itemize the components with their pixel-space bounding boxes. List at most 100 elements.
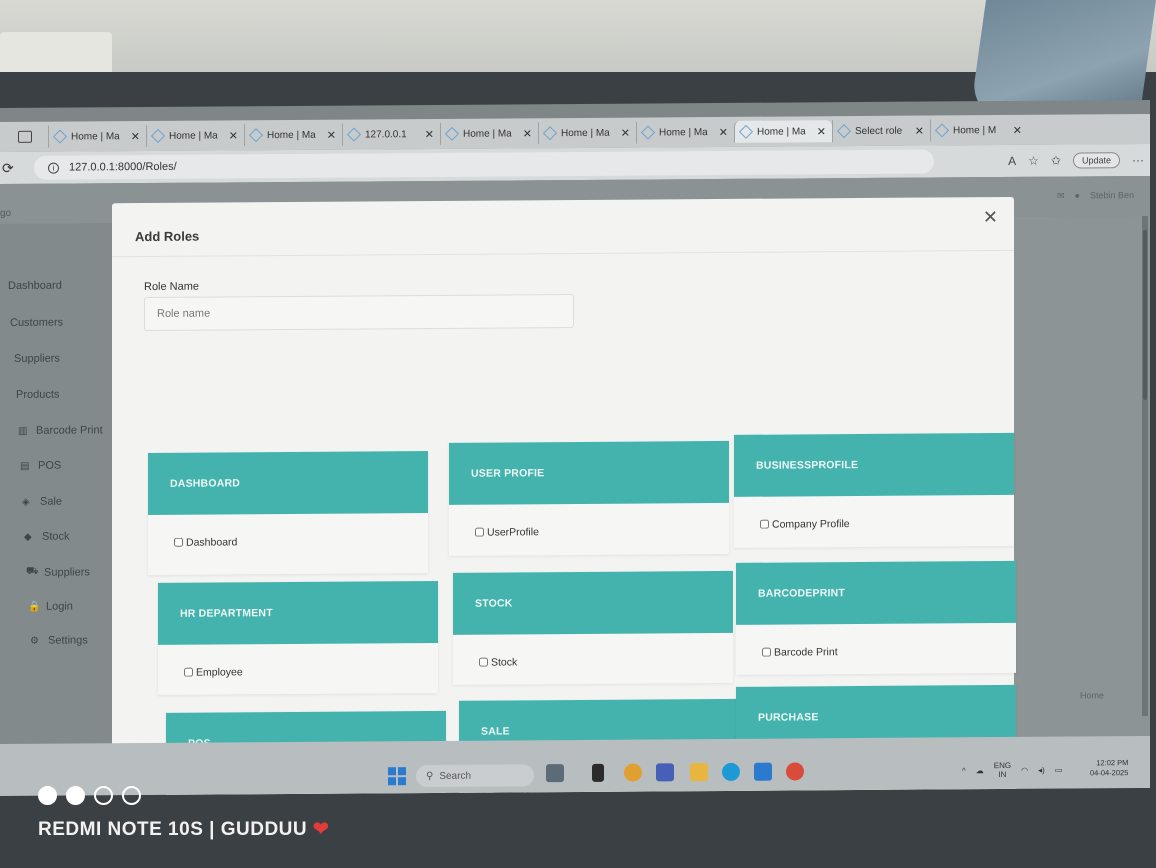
taskbar-search[interactable]: ⚲ Search xyxy=(416,764,534,788)
sidebar-item[interactable]: ⚙ Settings xyxy=(30,634,88,646)
permission-card-title: BARCODEPRINT xyxy=(758,587,845,600)
permission-card-title: HR DEPARTMENT xyxy=(180,607,273,620)
permission-card-title: DASHBOARD xyxy=(170,477,241,490)
permission-checkbox[interactable] xyxy=(762,647,771,657)
permission-checkbox[interactable] xyxy=(475,527,484,537)
tab-close-icon[interactable]: ✕ xyxy=(621,126,630,139)
close-icon[interactable]: ✕ xyxy=(983,207,998,228)
stock-icon: ◆ xyxy=(24,531,32,543)
sidebar-item[interactable]: ◈ Sale xyxy=(22,496,62,508)
update-button[interactable]: Update xyxy=(1072,152,1120,169)
teams-icon[interactable] xyxy=(656,763,674,782)
tab-close-icon[interactable]: ✕ xyxy=(915,124,924,137)
browser-tab[interactable]: Home | Ma ✕ xyxy=(538,121,636,145)
tab-close-icon[interactable]: ✕ xyxy=(229,129,238,142)
browser-tab[interactable]: Select role ✕ xyxy=(832,119,930,143)
windows-start-icon[interactable] xyxy=(388,767,406,786)
sidebar-item[interactable]: 🔒 Login xyxy=(28,601,73,613)
user-name[interactable]: Stebin Ben xyxy=(1090,190,1134,201)
vscode-icon[interactable] xyxy=(754,762,772,781)
browser-tab[interactable]: Home | Ma ✕ xyxy=(636,120,734,144)
tab-close-icon[interactable]: ✕ xyxy=(1013,123,1022,136)
permission-checkbox-row[interactable]: UserProfile xyxy=(475,523,729,540)
permission-checkbox-row[interactable]: Dashboard xyxy=(174,533,428,550)
edge-icon[interactable] xyxy=(722,762,740,781)
permission-card-header: BARCODEPRINT xyxy=(736,560,1016,625)
permission-checkbox[interactable] xyxy=(184,667,193,677)
chrome-icon[interactable] xyxy=(624,763,642,782)
tab-favicon-icon xyxy=(150,128,166,143)
permission-card-header: HR DEPARTMENT xyxy=(158,580,438,645)
browser-tab[interactable]: Home | Ma ✕ xyxy=(244,123,342,147)
site-info-icon[interactable]: i xyxy=(48,162,59,174)
permission-checkbox-row[interactable]: Company Profile xyxy=(760,515,1014,532)
sidebar-item[interactable]: ◆ Stock xyxy=(24,531,70,543)
sale-icon: ◈ xyxy=(22,496,30,508)
browser-tab[interactable]: Home | Ma ✕ xyxy=(146,124,244,147)
tab-close-icon[interactable]: ✕ xyxy=(131,130,140,143)
wifi-icon[interactable]: ◠ xyxy=(1021,765,1028,774)
language-indicator[interactable]: ENG IN xyxy=(994,761,1011,779)
tab-favicon-icon xyxy=(248,128,264,143)
chevron-up-icon[interactable]: ^ xyxy=(962,766,966,775)
reload-icon[interactable]: ⟳ xyxy=(2,159,22,176)
tab-label: Home | Ma xyxy=(463,127,512,140)
permission-card-title: USER PROFIE xyxy=(471,467,545,480)
browser-tab[interactable]: Home | M ✕ xyxy=(930,118,1028,142)
tab-close-icon[interactable]: ✕ xyxy=(817,125,826,138)
tab-label: Home | Ma xyxy=(561,127,610,139)
tab-favicon-icon xyxy=(346,127,362,142)
watermark-dots xyxy=(38,786,141,805)
sidebar-item-label: Stock xyxy=(42,530,70,543)
more-menu-icon[interactable]: ··· xyxy=(1132,153,1144,167)
tab-actions-icon[interactable] xyxy=(18,130,32,143)
browser-tab[interactable]: 127.0.0.1 ✕ xyxy=(342,122,440,146)
sidebar-item[interactable]: Suppliers xyxy=(14,353,60,365)
tab-close-icon[interactable]: ✕ xyxy=(425,127,434,140)
browser-tab[interactable]: Home | Ma ✕ xyxy=(734,120,832,143)
url-field[interactable]: i 127.0.0.1:8000/Roles/ xyxy=(34,149,934,180)
sidebar-item[interactable]: Products xyxy=(16,389,59,401)
terminal-icon[interactable] xyxy=(592,763,604,782)
sidebar-item[interactable]: Customers xyxy=(10,317,63,329)
url-text: 127.0.0.1:8000/Roles/ xyxy=(69,160,177,174)
sidebar-item[interactable]: Dashboard xyxy=(8,280,62,292)
tab-close-icon[interactable]: ✕ xyxy=(327,128,336,141)
volume-icon[interactable]: ◂) xyxy=(1038,765,1045,774)
file-explorer-icon[interactable] xyxy=(690,763,708,782)
permission-checkbox-row[interactable]: Employee xyxy=(184,663,438,680)
mail-icon[interactable]: ✉ xyxy=(1057,191,1065,202)
read-aloud-icon[interactable]: A xyxy=(1008,154,1016,168)
sidebar-item-label: POS xyxy=(38,459,62,472)
permission-checkbox[interactable] xyxy=(174,537,183,548)
permission-checkbox[interactable] xyxy=(760,519,769,529)
favorites-icon[interactable]: ✩ xyxy=(1051,154,1061,168)
browser-tab[interactable]: Home | Ma ✕ xyxy=(440,122,538,145)
chrome-profile-icon[interactable] xyxy=(786,762,804,781)
browser-tab[interactable]: Home | Ma ✕ xyxy=(48,124,146,148)
tab-close-icon[interactable]: ✕ xyxy=(719,125,728,138)
system-tray: ^ ☁ ENG IN ◠ ◂) ▭ xyxy=(962,761,1062,780)
permission-card-title: SALE xyxy=(481,725,510,738)
widgets-icon[interactable] xyxy=(546,764,564,783)
permission-checkbox-row[interactable]: Stock xyxy=(479,653,733,670)
taskbar-clock[interactable]: 12:02 PM 04-04-2025 xyxy=(1090,758,1128,778)
favorite-star-icon[interactable]: ☆ xyxy=(1028,154,1039,168)
permission-checkbox[interactable] xyxy=(479,657,488,667)
breadcrumb[interactable]: Home xyxy=(1080,690,1104,700)
add-roles-modal: Add Roles ✕ Role Name DASHBOARD Dashboard… xyxy=(112,196,1016,797)
tab-close-icon[interactable]: ✕ xyxy=(523,127,532,140)
battery-icon[interactable]: ▭ xyxy=(1055,765,1063,774)
sidebar-item[interactable]: ▥ Barcode Print xyxy=(18,424,103,437)
cloud-icon[interactable]: ☁ xyxy=(976,766,984,775)
permission-card-title: PURCHASE xyxy=(758,711,819,724)
avatar[interactable]: ● xyxy=(1075,190,1080,201)
role-name-input[interactable] xyxy=(144,294,574,332)
laptop-screen: Home | Ma ✕ Home | Ma ✕ Home | Ma ✕ 127.0.0.1 ✕… xyxy=(0,99,1150,797)
permission-label: Company Profile xyxy=(772,517,850,531)
scrollbar-thumb[interactable] xyxy=(1143,230,1147,401)
sidebar-item[interactable]: ▤ POS xyxy=(20,460,61,472)
permission-checkbox-row[interactable]: Barcode Print xyxy=(762,643,1016,660)
sidebar-item[interactable]: ⛟ Suppliers xyxy=(26,565,90,578)
sidebar-item-label: Suppliers xyxy=(14,352,60,365)
